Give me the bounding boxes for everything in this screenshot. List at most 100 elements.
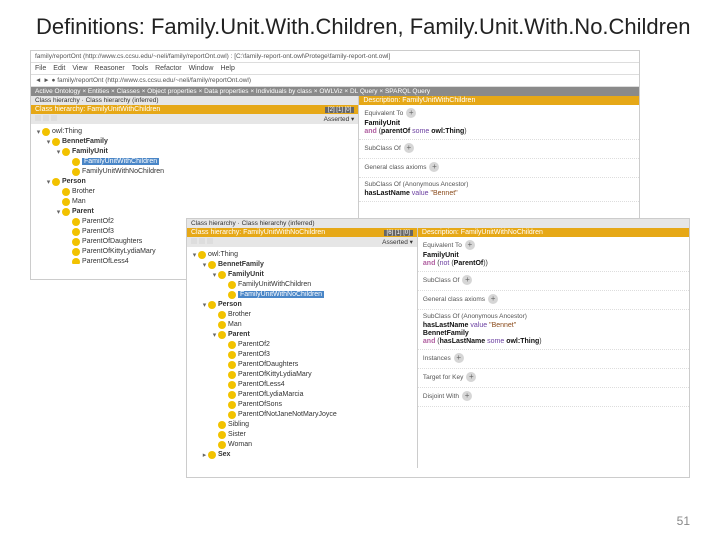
tree-node[interactable]: Sibling <box>191 420 413 430</box>
tree-node[interactable]: ▸Sex <box>191 450 413 460</box>
class-tree[interactable]: ▾owl:Thing▾BennetFamily▾FamilyUnit Famil… <box>187 247 417 463</box>
class-icon <box>42 128 50 136</box>
class-icon <box>72 218 80 226</box>
class-icon <box>62 148 70 156</box>
tree-toolbar[interactable] <box>191 238 213 246</box>
tree-node[interactable]: Brother <box>35 187 354 197</box>
menu-refactor[interactable]: Refactor <box>155 65 181 72</box>
disjoint-with-label: Disjoint With <box>423 393 459 400</box>
add-icon[interactable]: + <box>406 108 416 118</box>
class-expression[interactable]: BennetFamily <box>423 330 684 337</box>
tree-node[interactable]: Man <box>191 320 413 330</box>
add-icon[interactable]: + <box>465 240 475 250</box>
tree-node[interactable]: Man <box>35 197 354 207</box>
menu-edit[interactable]: Edit <box>53 65 65 72</box>
tree-toolbar[interactable] <box>35 115 57 123</box>
class-icon <box>218 321 226 329</box>
class-icon <box>62 198 70 206</box>
page-number: 51 <box>677 514 690 528</box>
menu-window[interactable]: Window <box>189 65 214 72</box>
class-icon <box>72 228 80 236</box>
tree-node[interactable]: ▾owl:Thing <box>35 127 354 137</box>
tree-node[interactable]: FamilyUnitWithNoChildren <box>191 290 413 300</box>
class-icon <box>218 431 226 439</box>
menu-view[interactable]: View <box>72 65 87 72</box>
class-expression[interactable]: and (parentOf some owl:Thing) <box>364 128 634 135</box>
tree-node[interactable]: FamilyUnitWithChildren <box>35 157 354 167</box>
hierarchy-tabs[interactable]: Class hierarchy · Class hierarchy (infer… <box>187 219 689 228</box>
class-icon <box>52 138 60 146</box>
tree-node[interactable]: Sister <box>191 430 413 440</box>
add-icon[interactable]: + <box>462 391 472 401</box>
class-icon <box>228 281 236 289</box>
tree-node[interactable]: ▾Person <box>191 300 413 310</box>
class-icon <box>218 441 226 449</box>
hierarchy-tabs[interactable]: Class hierarchy · Class hierarchy (infer… <box>31 96 358 105</box>
menu-tools[interactable]: Tools <box>132 65 148 72</box>
class-icon <box>218 331 226 339</box>
tree-node[interactable]: ▾Parent <box>35 207 354 217</box>
add-icon[interactable]: + <box>462 275 472 285</box>
add-icon[interactable]: + <box>404 143 414 153</box>
anon-ancestor-label: SubClass Of (Anonymous Ancestor) <box>364 181 468 188</box>
tree-node[interactable]: ParentOfNotJaneNotMaryJoyce <box>191 410 413 420</box>
asserted-dropdown[interactable]: Asserted ▾ <box>382 238 413 246</box>
equivalent-to-label: Equivalent To <box>423 242 462 249</box>
tree-node[interactable]: ▾owl:Thing <box>191 250 413 260</box>
left-panel: Class hierarchy: FamilyUnitWithNoChildre… <box>187 228 418 468</box>
class-icon <box>62 208 70 216</box>
class-icon <box>228 341 236 349</box>
tree-node[interactable]: ParentOfLydiaMarcia <box>191 390 413 400</box>
tree-node[interactable]: ParentOfKittyLydiaMary <box>191 370 413 380</box>
class-hierarchy-header: Class hierarchy: FamilyUnitWithChildren[… <box>31 105 358 114</box>
class-icon <box>208 261 216 269</box>
class-icon <box>198 251 206 259</box>
class-icon <box>228 411 236 419</box>
class-icon <box>52 178 60 186</box>
tree-node[interactable]: ParentOfLess4 <box>191 380 413 390</box>
add-icon[interactable]: + <box>466 372 476 382</box>
tree-node[interactable]: ▾FamilyUnit <box>191 270 413 280</box>
tree-node[interactable]: FamilyUnitWithNoChildren <box>35 167 354 177</box>
add-icon[interactable]: + <box>429 162 439 172</box>
anon-ancestor-label: SubClass Of (Anonymous Ancestor) <box>423 313 527 320</box>
tree-node[interactable]: ParentOf2 <box>191 340 413 350</box>
tree-node[interactable]: ParentOfSons <box>191 400 413 410</box>
target-key-label: Target for Key <box>423 374 463 381</box>
menu-bar[interactable]: File Edit View Reasoner Tools Refactor Window H… <box>31 63 639 75</box>
add-icon[interactable]: + <box>488 294 498 304</box>
class-expression[interactable]: FamilyUnit <box>423 252 684 259</box>
main-tabs[interactable]: Active Ontology × Entities × Classes × O… <box>31 87 639 96</box>
class-expression[interactable]: hasLastName value "Bennet" <box>423 322 684 329</box>
general-axioms-label: General class axioms <box>364 164 426 171</box>
menu-help[interactable]: Help <box>220 65 234 72</box>
tree-node[interactable]: ▾BennetFamily <box>35 137 354 147</box>
class-expression[interactable]: hasLastName value "Bennet" <box>364 190 634 197</box>
ontology-location[interactable]: ◄ ► ● family/reportOnt (http://www.cs.cc… <box>31 75 639 87</box>
tree-node[interactable]: ▾BennetFamily <box>191 260 413 270</box>
class-icon <box>228 291 236 299</box>
class-icon <box>228 381 236 389</box>
tree-node[interactable]: FamilyUnitWithChildren <box>191 280 413 290</box>
instances-label: Instances <box>423 355 451 362</box>
tree-node[interactable]: ▾Parent <box>191 330 413 340</box>
tree-node[interactable]: Woman <box>191 440 413 450</box>
tree-node[interactable]: ParentOfDaughters <box>191 360 413 370</box>
window-title: family/reportOnt (http://www.cs.ccsu.edu… <box>31 51 639 63</box>
tree-node[interactable]: ▾FamilyUnit <box>35 147 354 157</box>
menu-file[interactable]: File <box>35 65 46 72</box>
add-icon[interactable]: + <box>454 353 464 363</box>
class-icon <box>228 371 236 379</box>
class-expression[interactable]: and (hasLastName some owl:Thing) <box>423 338 684 345</box>
tree-node[interactable]: Brother <box>191 310 413 320</box>
class-expression[interactable]: and (not (ParentOf)) <box>423 260 684 267</box>
class-icon <box>72 258 80 264</box>
tree-node[interactable]: ParentOf3 <box>191 350 413 360</box>
class-icon <box>228 361 236 369</box>
class-icon <box>72 168 80 176</box>
asserted-dropdown[interactable]: Asserted ▾ <box>324 115 355 123</box>
menu-reasoner[interactable]: Reasoner <box>94 65 124 72</box>
class-icon <box>228 351 236 359</box>
class-expression[interactable]: FamilyUnit <box>364 120 634 127</box>
tree-node[interactable]: ▾Person <box>35 177 354 187</box>
